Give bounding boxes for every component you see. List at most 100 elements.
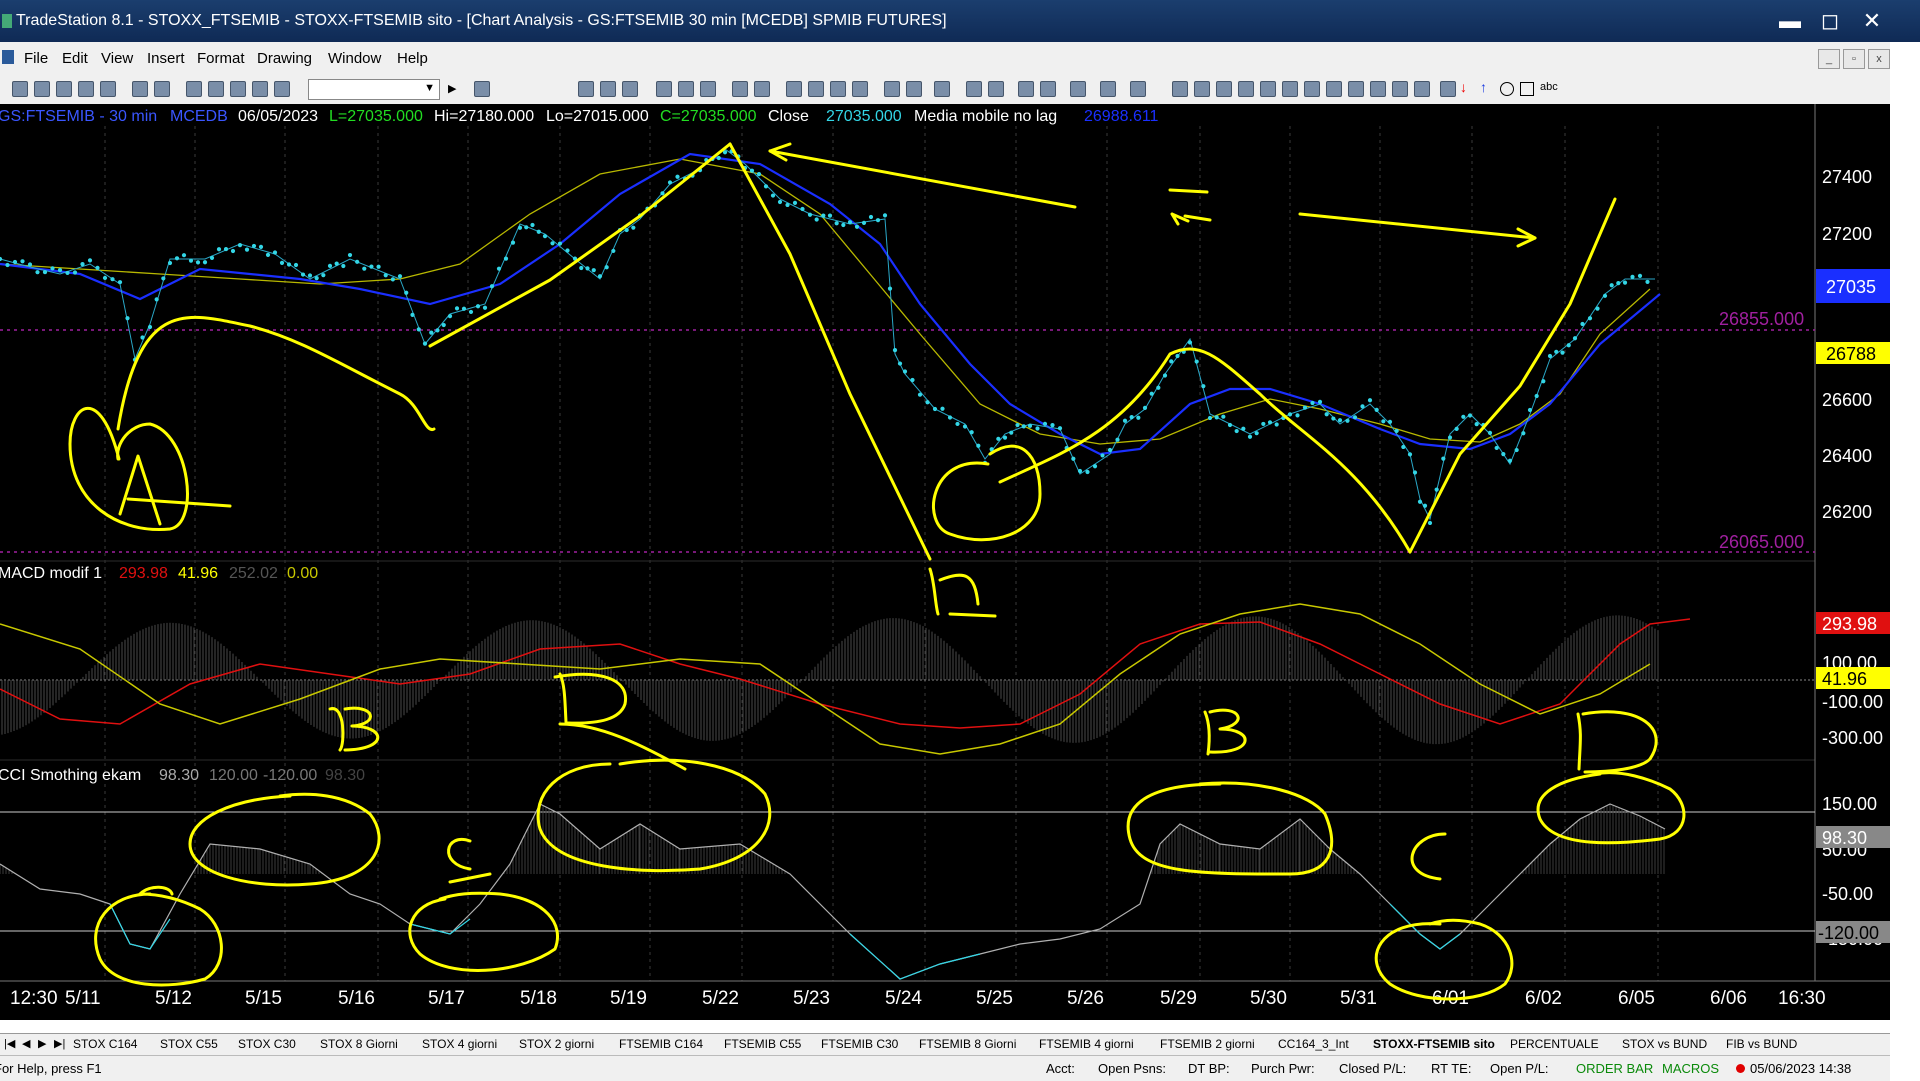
annotation-letter-c[interactable] <box>447 837 492 884</box>
mdi-minimize-button[interactable]: _ <box>1818 49 1840 69</box>
mdi-close-button[interactable]: x <box>1868 49 1890 69</box>
menu-edit[interactable]: Edit <box>62 50 88 67</box>
close-button[interactable]: ✕ <box>1852 6 1892 36</box>
gann-icon[interactable] <box>1282 81 1298 97</box>
arrow-up-icon[interactable]: ↑ <box>1480 79 1487 95</box>
arc-icon[interactable] <box>1392 81 1408 97</box>
menu-insert[interactable]: Insert <box>147 50 185 67</box>
annotation-trendline-down[interactable] <box>728 142 932 561</box>
annotation-letter-c-right[interactable] <box>1410 832 1447 881</box>
tab-stox-vs-bund[interactable]: STOX vs BUND <box>1622 1037 1707 1051</box>
curve-icon[interactable] <box>1440 81 1456 97</box>
status-order-bar[interactable]: ORDER BAR <box>1576 1061 1653 1076</box>
arrow-down-icon[interactable]: ↓ <box>1460 79 1467 95</box>
tab-ftsemib-c30[interactable]: FTSEMIB C30 <box>821 1037 898 1051</box>
menu-file[interactable]: File <box>24 50 48 67</box>
zoom-out-icon[interactable] <box>988 81 1004 97</box>
annotation-letter-a[interactable] <box>118 454 232 526</box>
quote-icon[interactable] <box>808 81 824 97</box>
tab-stox-2-giorni[interactable]: STOX 2 giorni <box>519 1037 594 1051</box>
lock-icon[interactable] <box>230 81 246 97</box>
spread-icon[interactable] <box>906 81 922 97</box>
new-window-icon[interactable] <box>78 81 94 97</box>
tab-ftsemib-8-giorni[interactable]: FTSEMIB 8 Giorni <box>919 1037 1016 1051</box>
news-icon[interactable] <box>786 81 802 97</box>
globe-icon[interactable] <box>274 81 290 97</box>
tab-first-arrow-icon[interactable]: |◀ <box>4 1037 15 1050</box>
andrews-pitchfork-icon[interactable] <box>1304 81 1320 97</box>
tab-ftsemib-2-giorni[interactable]: FTSEMIB 2 giorni <box>1160 1037 1255 1051</box>
annotation-circle-d2[interactable] <box>1536 771 1686 845</box>
new-icon[interactable] <box>12 81 28 97</box>
annotation-letter-b-right[interactable] <box>1203 708 1247 756</box>
scanner-icon[interactable] <box>852 81 868 97</box>
menu-drawing[interactable]: Drawing <box>257 50 312 67</box>
tab-stox-c164[interactable]: STOX C164 <box>73 1037 137 1051</box>
ruler-icon[interactable] <box>1348 81 1364 97</box>
strategy-icon[interactable] <box>1130 81 1146 97</box>
maximize-button[interactable]: ◻ <box>1810 6 1850 36</box>
menu-window[interactable]: Window <box>328 50 381 67</box>
crosshair-icon[interactable] <box>1040 81 1056 97</box>
workspace-icon[interactable] <box>56 81 72 97</box>
annotation-circle-d1[interactable] <box>536 758 772 873</box>
tab-cc164-3-int[interactable]: CC164_3_Int <box>1278 1037 1349 1051</box>
status-macros[interactable]: MACROS <box>1662 1061 1719 1076</box>
annotation-circle-c2[interactable] <box>408 891 560 972</box>
minimize-button[interactable]: ▬ <box>1770 6 1810 36</box>
tab-ftsemib-c55[interactable]: FTSEMIB C55 <box>724 1037 801 1051</box>
channel-icon[interactable] <box>1238 81 1254 97</box>
tab-stoxx-ftsemib-sito[interactable]: STOXX-FTSEMIB sito <box>1373 1037 1495 1051</box>
table-icon[interactable] <box>622 81 638 97</box>
menu-view[interactable]: View <box>101 50 133 67</box>
pointer-icon[interactable] <box>1018 81 1034 97</box>
horizontal-line-icon[interactable] <box>1216 81 1232 97</box>
vertical-line-icon[interactable] <box>1194 81 1210 97</box>
copy-icon[interactable] <box>208 81 224 97</box>
window-arrange-icon[interactable] <box>732 81 748 97</box>
play-icon[interactable]: ▶ <box>448 82 456 95</box>
annotation-circle-c1[interactable] <box>94 892 223 987</box>
radar-icon[interactable] <box>830 81 846 97</box>
tab-stox-c30[interactable]: STOX C30 <box>238 1037 296 1051</box>
annotation-letter-h[interactable] <box>928 567 997 618</box>
search-icon[interactable] <box>474 81 490 97</box>
annotation-curve-a[interactable] <box>116 315 436 431</box>
cut-icon[interactable] <box>186 81 202 97</box>
candlestick-icon[interactable] <box>700 81 716 97</box>
tab-ftsemib-c164[interactable]: FTSEMIB C164 <box>619 1037 703 1051</box>
ellipse-icon[interactable] <box>1500 82 1514 96</box>
time-sales-icon[interactable] <box>884 81 900 97</box>
tab-prev-arrow-icon[interactable]: ◀ <box>22 1037 30 1050</box>
chart-canvas[interactable]: GS:FTSEMIB - 30 min MCEDB 06/05/2023 L=2… <box>0 104 1890 1020</box>
annotation-circle-a[interactable] <box>68 406 189 532</box>
annotation-wave-middle[interactable] <box>998 347 1412 554</box>
tile-icon[interactable] <box>754 81 770 97</box>
annotation-arrow-left[interactable] <box>768 149 1077 209</box>
tab-stox-c55[interactable]: STOX C55 <box>160 1037 218 1051</box>
chart-area[interactable]: GS:FTSEMIB - 30 min MCEDB 06/05/2023 L=2… <box>0 104 1890 1020</box>
annotation-arrow-right[interactable] <box>1298 212 1537 240</box>
menu-format[interactable]: Format <box>197 50 245 67</box>
tab-fib-vs-bund[interactable]: FIB vs BUND <box>1726 1037 1797 1051</box>
line-chart-icon[interactable] <box>656 81 672 97</box>
indicator-icon[interactable] <box>1100 81 1116 97</box>
annotation-circle-b[interactable] <box>932 444 1042 542</box>
annotation-letter-b[interactable] <box>328 706 380 752</box>
open-icon[interactable] <box>34 81 50 97</box>
tools-icon[interactable] <box>1070 81 1086 97</box>
compress-icon[interactable] <box>934 81 950 97</box>
tab-last-arrow-icon[interactable]: ▶| <box>54 1037 65 1050</box>
annotation-letter-d-right[interactable] <box>1576 710 1658 774</box>
bar-chart-icon[interactable] <box>678 81 694 97</box>
folder-icon[interactable] <box>100 81 116 97</box>
tab-next-arrow-icon[interactable]: ▶ <box>38 1037 46 1050</box>
annotation-trendline-up[interactable] <box>428 142 732 348</box>
symbol-dropdown[interactable]: ▼ <box>308 79 440 100</box>
mdi-restore-button[interactable]: ▫ <box>1843 49 1865 69</box>
zoom-in-icon[interactable] <box>966 81 982 97</box>
annotation-trendline-final[interactable] <box>1408 197 1617 554</box>
menu-help[interactable]: Help <box>397 50 428 67</box>
rectangle-icon[interactable] <box>1520 82 1534 96</box>
annotation-circle-b2[interactable] <box>1126 781 1334 876</box>
